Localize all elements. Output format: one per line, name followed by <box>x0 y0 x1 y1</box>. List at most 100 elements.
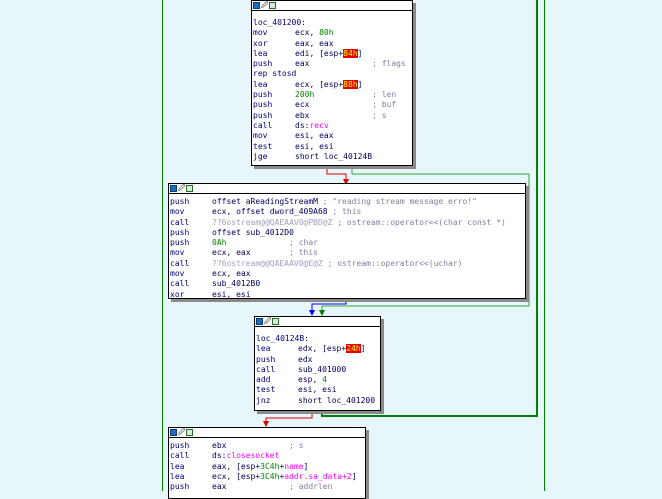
operand: ] <box>303 461 309 471</box>
instruction-line[interactable]: xor eax, eax <box>253 39 410 49</box>
instruction-line[interactable]: push eax ; flags <box>253 59 410 69</box>
mnemonic: push <box>253 59 273 69</box>
rename-icon[interactable]: 🖉 <box>261 2 268 9</box>
instruction-line[interactable]: mov ecx, offset dword_409A68 ; this <box>170 207 523 217</box>
operand: 24h <box>346 344 361 354</box>
instruction-line[interactable]: lea ecx, [esp+3C4h+addr.sa_data+2] <box>170 472 363 482</box>
instruction-line[interactable]: push ecx ; buf <box>253 100 410 110</box>
mnemonic: test <box>253 141 273 151</box>
operand: ; buf <box>372 100 397 110</box>
instruction-line[interactable]: test esi, esi <box>253 142 410 152</box>
instruction-line[interactable]: push 0Ah ; char <box>170 238 523 248</box>
mnemonic: mov <box>170 248 185 258</box>
operand: ] <box>351 471 357 481</box>
instruction-line[interactable]: jnz short loc_401200 <box>256 396 378 406</box>
operand: ] <box>360 344 366 354</box>
operand: offset sub_4012D0 <box>212 227 294 237</box>
instruction-line[interactable]: jge short loc_40124B <box>253 152 410 162</box>
operand: ecx, [esp+ <box>295 79 344 89</box>
instruction-line[interactable]: call sub_4012B0 <box>170 279 523 289</box>
graph-icon[interactable] <box>186 429 194 436</box>
operand: esi, esi <box>298 385 337 395</box>
code-label[interactable]: loc_401200: <box>253 18 410 28</box>
rename-icon[interactable]: 🖉 <box>178 429 185 436</box>
operand: ; ostream::operator<<(char const *) <box>337 217 506 227</box>
operand <box>314 90 372 99</box>
mnemonic: lea <box>253 48 268 58</box>
instruction-line[interactable]: call ds:recv <box>253 121 410 131</box>
instruction-line[interactable]: push ebx ; s <box>253 111 410 121</box>
operand: ; len <box>372 90 397 100</box>
block-color-icon[interactable] <box>256 318 263 325</box>
block-code: push ebx ; s call ds:closesocket lea eax, [es… <box>169 438 365 492</box>
code-block-loc-401200[interactable]: 🖉 loc_401200: mov ecx, 80h xor eax, eax lea ed… <box>251 0 413 166</box>
mnemonic: push <box>253 100 273 110</box>
instruction-line[interactable]: mov ecx, eax <box>170 269 523 279</box>
graph-icon[interactable] <box>272 318 280 325</box>
code-label[interactable]: loc_40124B: <box>256 334 378 344</box>
graph-icon[interactable] <box>269 2 277 9</box>
instruction-line[interactable]: call ds:closesocket <box>170 451 363 461</box>
mnemonic: call <box>170 279 190 289</box>
mnemonic: jge <box>253 151 268 161</box>
instruction-line[interactable]: push offset aReadingStreamM ; "reading st… <box>170 197 523 207</box>
instruction-line[interactable]: mov ecx, 80h <box>253 28 410 38</box>
instruction-line[interactable]: call ??6ostream@@QAEAAV0@PBD@Z ; ostream:… <box>170 218 523 228</box>
operand: ??6ostream@@QAEAAV0@E@Z <box>212 258 323 268</box>
operand: ; "reading stream message erro!" <box>322 197 477 206</box>
operand: ds: <box>212 451 227 461</box>
operand: esi, eax <box>295 131 334 141</box>
operand: ] <box>357 79 363 89</box>
instruction-line[interactable]: lea eax, [esp+3C4h+name] <box>170 462 363 472</box>
code-block-loc-40124b[interactable]: 🖉 loc_40124B: lea edx, [esp+24h] push edx cal… <box>254 316 381 411</box>
operand: eax <box>212 482 290 492</box>
mnemonic: push <box>253 110 273 120</box>
rename-icon[interactable]: 🖉 <box>264 318 271 325</box>
instruction-line[interactable]: call ??6ostream@@QAEAAV0@E@Z ; ostream::o… <box>170 259 523 269</box>
instruction-line[interactable]: add esp, 4 <box>256 375 378 385</box>
graph-icon[interactable] <box>186 185 194 192</box>
block-color-icon[interactable] <box>253 2 260 9</box>
mnemonic: call <box>170 217 190 227</box>
code-block-error-message[interactable]: 🖉 push offset aReadingStreamM ; "reading … <box>168 183 526 299</box>
operand: addr.sa_data+2 <box>284 471 352 481</box>
instruction-line[interactable]: xor esi, esi <box>170 290 523 300</box>
instruction-line[interactable]: push edx <box>256 355 378 365</box>
operand: ; addrlen <box>289 482 333 492</box>
rename-icon[interactable]: 🖉 <box>178 185 185 192</box>
mnemonic: test <box>256 385 276 395</box>
instruction-line[interactable]: rep stosd <box>253 69 410 79</box>
operand: ; flags <box>372 59 406 69</box>
mnemonic: mov <box>253 28 268 38</box>
instruction-line[interactable]: mov esi, eax <box>253 131 410 141</box>
operand: short loc_401200 <box>298 395 376 405</box>
operand: offset aReadingStreamM <box>212 197 323 206</box>
operand: short loc_40124B <box>295 151 373 161</box>
operand: ebx <box>212 441 290 450</box>
mnemonic: call <box>256 364 276 374</box>
instruction-line[interactable]: lea edi, [esp+84h] <box>253 48 410 59</box>
operand: ecx, eax <box>212 269 251 279</box>
operand: edx, [esp+ <box>298 344 347 354</box>
operand: 84h <box>343 48 358 58</box>
block-color-icon[interactable] <box>170 429 177 436</box>
graph-view[interactable]: 🖉 loc_401200: mov ecx, 80h xor eax, eax lea ed… <box>0 0 662 499</box>
instruction-line[interactable]: mov ecx, eax ; this <box>170 248 523 258</box>
instruction-line[interactable]: push offset sub_4012D0 <box>170 228 523 238</box>
operand: 0Ah <box>212 238 227 248</box>
code-block-closesocket[interactable]: 🖉 push ebx ; s call ds:closesocket lea eax, [… <box>168 427 366 499</box>
mnemonic: push <box>170 441 190 450</box>
operand: ecx <box>295 100 373 110</box>
instruction-line[interactable]: call sub_401000 <box>256 365 378 375</box>
operand: ; ostream::operator<<(uchar) <box>327 258 463 268</box>
instruction-line[interactable]: push ebx ; s <box>170 441 363 451</box>
instruction-line[interactable]: push 200h ; len <box>253 90 410 100</box>
instruction-line[interactable]: lea ecx, [esp+88h] <box>253 79 410 90</box>
instruction-line[interactable]: test esi, esi <box>256 385 378 395</box>
instruction-line[interactable]: lea edx, [esp+24h] <box>256 344 378 354</box>
operand: ds: <box>295 120 310 130</box>
operand: ebx <box>295 110 373 120</box>
operand: ecx, <box>295 28 320 38</box>
operand: 80h <box>319 28 334 38</box>
block-color-icon[interactable] <box>170 185 177 192</box>
